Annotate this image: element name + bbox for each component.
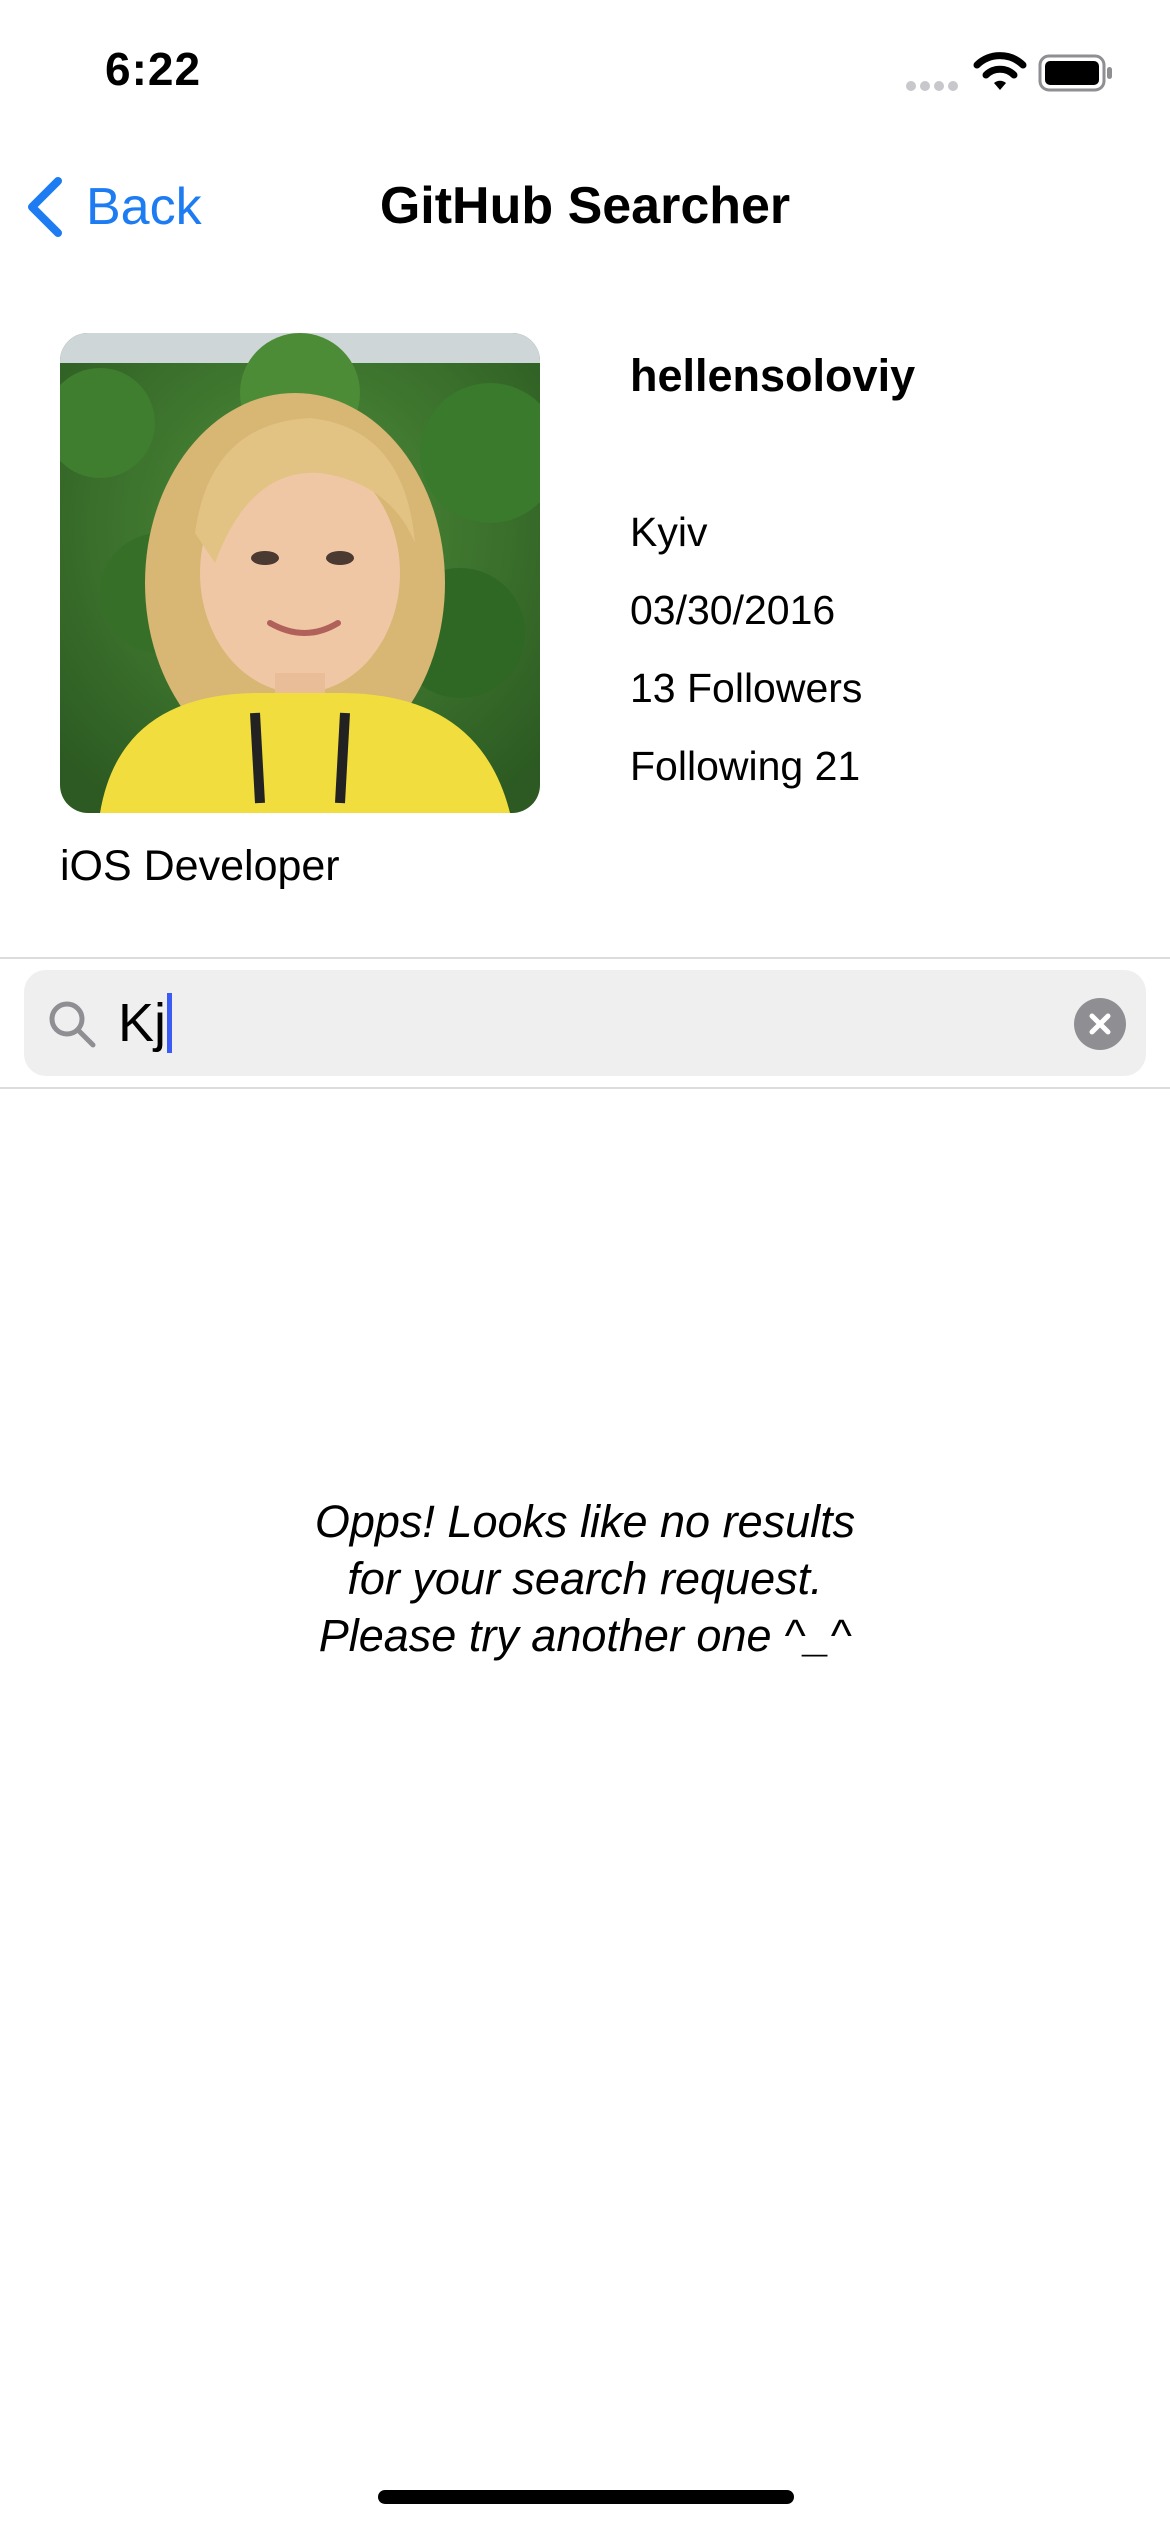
text-cursor <box>167 993 173 1053</box>
avatar <box>60 333 540 813</box>
empty-message-line: Opps! Looks like no results <box>314 1496 856 1547</box>
home-indicator[interactable] <box>378 2490 794 2504</box>
bio: iOS Developer <box>60 842 340 890</box>
divider-bottom <box>0 1087 1170 1089</box>
avatar-photo <box>60 333 540 813</box>
page-title: GitHub Searcher <box>379 177 791 235</box>
followers-count: 13 Followers <box>630 665 863 711</box>
search-input[interactable]: Kj <box>24 970 1146 1076</box>
close-icon <box>1089 1013 1111 1035</box>
search-icon <box>49 1001 96 1048</box>
empty-message-line: for your search request. <box>347 1553 823 1604</box>
status-time: 6:22 <box>105 43 202 95</box>
empty-results-message: Opps! Looks like no results for your sea… <box>0 1493 1170 1664</box>
search-value: Kj <box>118 993 167 1053</box>
username: hellensoloviy <box>630 350 916 401</box>
empty-message-line: Please try another one ^_^ <box>318 1610 852 1661</box>
join-date: 03/30/2016 <box>630 587 836 633</box>
clear-search-button[interactable] <box>1074 998 1126 1050</box>
cellular-signal-icon <box>906 81 958 91</box>
location: Kyiv <box>630 509 708 555</box>
divider-top <box>0 957 1170 959</box>
following-count: Following 21 <box>630 743 861 789</box>
wifi-icon <box>973 52 1027 90</box>
battery-icon <box>1038 54 1112 92</box>
search-field-text[interactable]: Kj <box>118 992 173 1054</box>
